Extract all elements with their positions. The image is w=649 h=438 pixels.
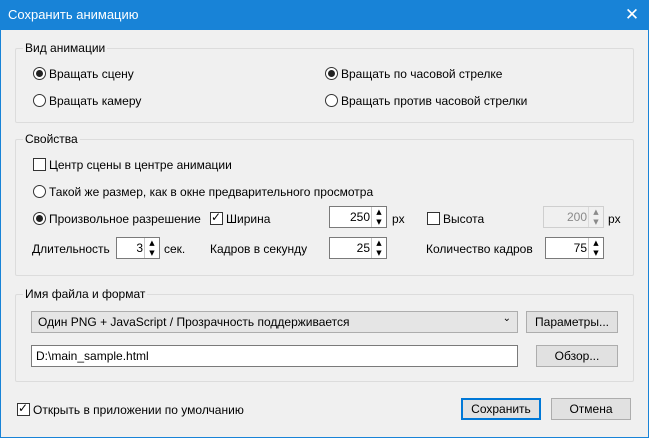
fps-spinner[interactable]: 25 ▲ ▼	[329, 237, 387, 259]
spin-up-icon[interactable]: ▲	[589, 207, 603, 217]
height-label[interactable]: Высота	[443, 212, 484, 226]
properties-label: Свойства	[23, 132, 80, 146]
open-default-checkbox[interactable]	[17, 401, 30, 416]
file-format-group: Имя файла и формат Один PNG + JavaScript…	[15, 287, 634, 382]
spin-down-icon[interactable]: ▼	[372, 217, 386, 227]
chevron-down-icon[interactable]: ⌄	[503, 313, 511, 324]
params-button[interactable]: Параметры...	[526, 311, 618, 333]
rotate-camera-radio[interactable]	[33, 94, 46, 107]
rotate-scene-radio[interactable]	[33, 67, 46, 80]
save-button[interactable]: Сохранить	[461, 398, 541, 420]
format-select[interactable]: Один PNG + JavaScript / Прозрачность под…	[31, 311, 518, 333]
spin-down-icon[interactable]: ▼	[589, 248, 603, 258]
height-value[interactable]: 200	[567, 210, 587, 224]
file-format-label: Имя файла и формат	[23, 287, 148, 301]
fps-value[interactable]: 25	[357, 241, 370, 255]
duration-label: Длительность	[32, 242, 110, 256]
dialog-body: Вид анимации Вращать сцену Вращать камер…	[1, 30, 648, 437]
custom-resolution-radio[interactable]	[33, 212, 46, 225]
duration-value[interactable]: 3	[136, 241, 143, 255]
frames-value[interactable]: 75	[574, 241, 587, 255]
rotate-camera-label[interactable]: Вращать камеру	[49, 94, 141, 108]
frames-label: Количество кадров	[426, 242, 533, 256]
height-spinner[interactable]: 200 ▲ ▼	[543, 206, 604, 228]
custom-resolution-label[interactable]: Произвольное разрешение	[49, 212, 201, 226]
spin-up-icon[interactable]: ▲	[372, 207, 386, 217]
close-icon[interactable]: ✕	[615, 0, 649, 30]
spin-up-icon[interactable]: ▲	[589, 238, 603, 248]
file-path-value[interactable]: D:\main_sample.html	[36, 349, 149, 363]
counterclockwise-label[interactable]: Вращать против часовой стрелки	[341, 94, 527, 108]
frames-spinner[interactable]: 75 ▲ ▼	[545, 237, 604, 259]
duration-spinner-arrows: ▲ ▼	[144, 238, 159, 258]
format-select-value[interactable]: Один PNG + JavaScript / Прозрачность под…	[38, 315, 350, 329]
spin-down-icon[interactable]: ▼	[145, 248, 159, 258]
height-spinner-arrows: ▲ ▼	[588, 207, 603, 227]
center-scene-checkbox[interactable]	[33, 158, 46, 171]
rotate-scene-label[interactable]: Вращать сцену	[49, 67, 134, 81]
animation-type-label: Вид анимации	[23, 41, 108, 55]
clockwise-label[interactable]: Вращать по часовой стрелке	[341, 67, 502, 81]
open-default-label[interactable]: Открыть в приложении по умолчанию	[33, 403, 244, 417]
frames-spinner-arrows: ▲ ▼	[588, 238, 603, 258]
browse-button[interactable]: Обзор...	[536, 345, 618, 367]
file-path-input[interactable]: D:\main_sample.html	[31, 345, 518, 367]
width-spinner[interactable]: 250 ▲ ▼	[329, 206, 387, 228]
animation-type-group: Вид анимации Вращать сцену Вращать камер…	[15, 41, 634, 123]
fps-label: Кадров в секунду	[210, 242, 308, 256]
spin-up-icon[interactable]: ▲	[372, 238, 386, 248]
spin-up-icon[interactable]: ▲	[145, 238, 159, 248]
duration-unit: сек.	[164, 242, 186, 256]
duration-spinner[interactable]: 3 ▲ ▼	[116, 237, 160, 259]
counterclockwise-radio[interactable]	[325, 94, 338, 107]
center-scene-label[interactable]: Центр сцены в центре анимации	[49, 158, 232, 172]
same-size-label[interactable]: Такой же размер, как в окне предваритель…	[49, 185, 373, 199]
width-checkbox[interactable]	[210, 210, 223, 225]
fps-spinner-arrows: ▲ ▼	[371, 238, 386, 258]
clockwise-radio[interactable]	[325, 67, 338, 80]
height-checkbox[interactable]	[427, 212, 440, 225]
spin-down-icon[interactable]: ▼	[589, 217, 603, 227]
width-label[interactable]: Ширина	[226, 212, 270, 226]
properties-group: Свойства Центр сцены в центре анимации Т…	[15, 132, 634, 276]
cancel-button[interactable]: Отмена	[551, 398, 631, 420]
same-size-radio[interactable]	[33, 185, 46, 198]
width-value[interactable]: 250	[350, 210, 370, 224]
width-spinner-arrows: ▲ ▼	[371, 207, 386, 227]
window-title: Сохранить анимацию	[8, 7, 139, 22]
height-unit: px	[608, 212, 621, 226]
width-unit: px	[392, 212, 405, 226]
spin-down-icon[interactable]: ▼	[372, 248, 386, 258]
title-bar: Сохранить анимацию ✕	[0, 0, 649, 30]
